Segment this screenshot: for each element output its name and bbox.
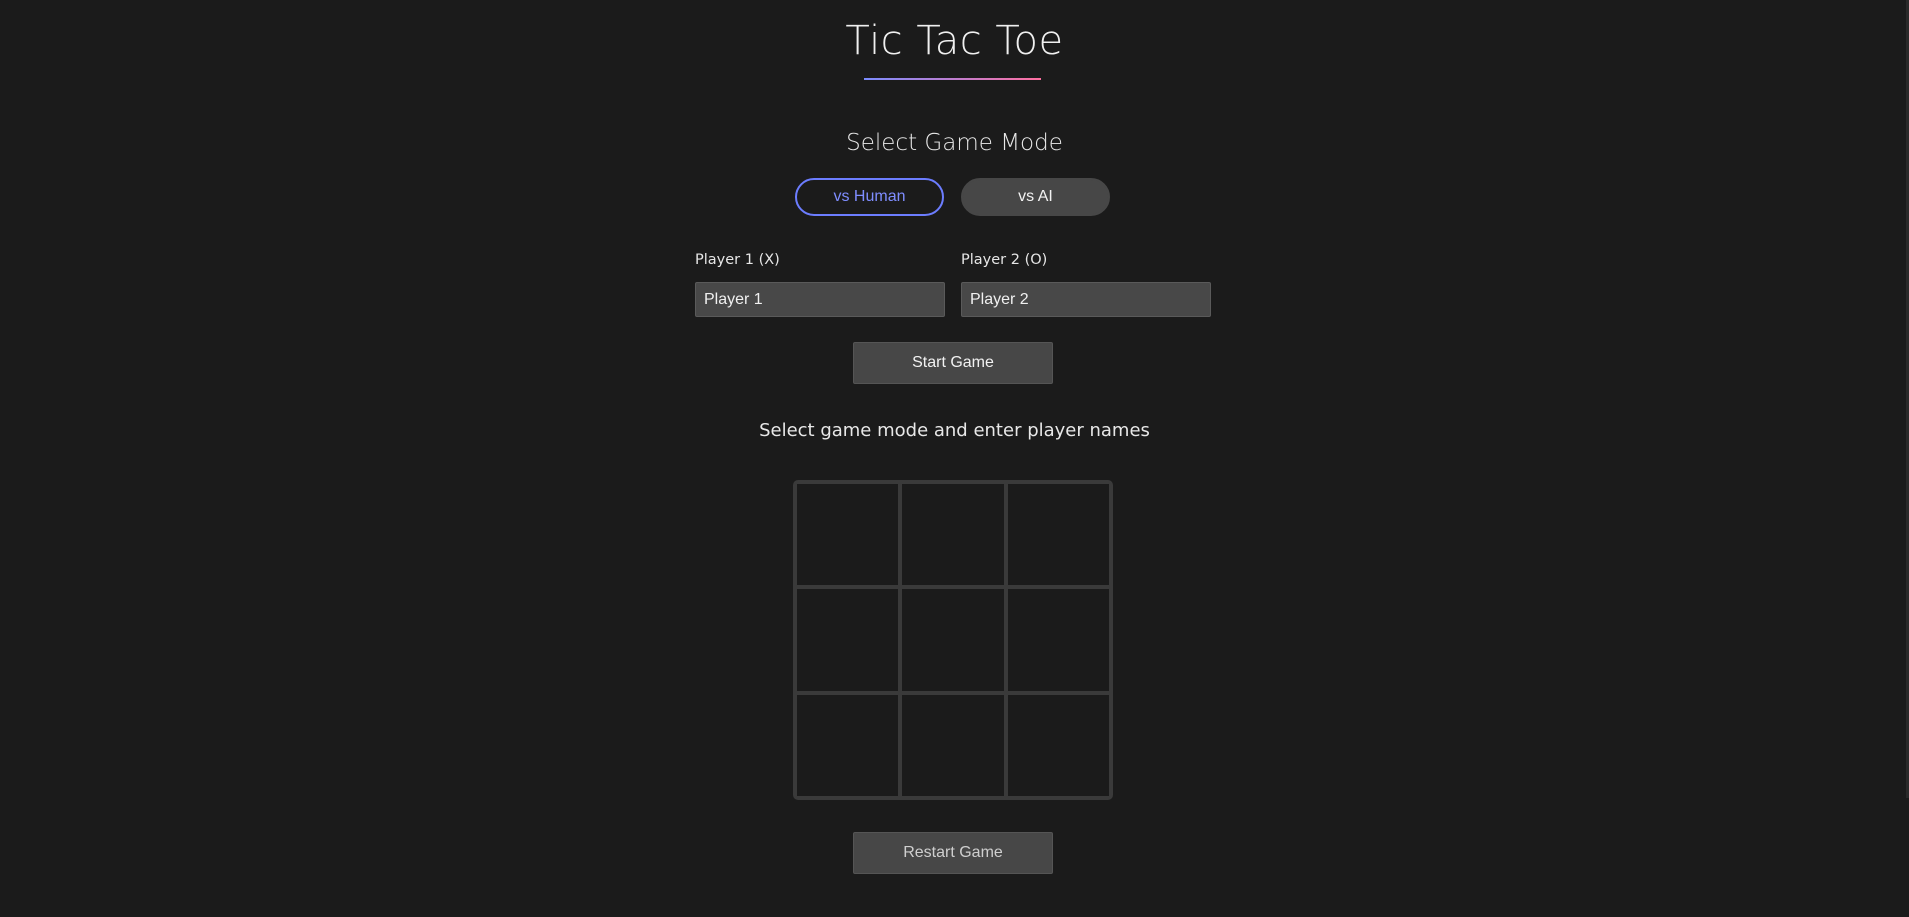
status-message: Select game mode and enter player names (759, 420, 1150, 441)
board-cell[interactable] (1007, 694, 1109, 796)
player2-name-input[interactable] (961, 282, 1211, 317)
game-board (793, 480, 1113, 800)
player2-label: Player 2 (O) (961, 252, 1048, 268)
board-cell[interactable] (797, 694, 899, 796)
vs-ai-button[interactable]: vs AI (961, 178, 1110, 216)
board-cell[interactable] (902, 589, 1004, 691)
mode-heading: Select Game Mode (846, 130, 1063, 156)
page: Tic Tac Toe Select Game Mode vs Human vs… (0, 0, 1909, 917)
player1-label: Player 1 (X) (695, 252, 780, 268)
page-title: Tic Tac Toe (845, 18, 1064, 64)
board-cell[interactable] (797, 484, 899, 586)
restart-game-button[interactable]: Restart Game (853, 832, 1053, 874)
board-cell[interactable] (1007, 484, 1109, 586)
vs-human-button[interactable]: vs Human (795, 178, 944, 216)
board-cell[interactable] (902, 694, 1004, 796)
board-cell[interactable] (902, 484, 1004, 586)
board-cell[interactable] (1007, 589, 1109, 691)
title-underline (864, 78, 1041, 80)
player1-name-input[interactable] (695, 282, 945, 317)
start-game-button[interactable]: Start Game (853, 342, 1053, 384)
board-cell[interactable] (797, 589, 899, 691)
